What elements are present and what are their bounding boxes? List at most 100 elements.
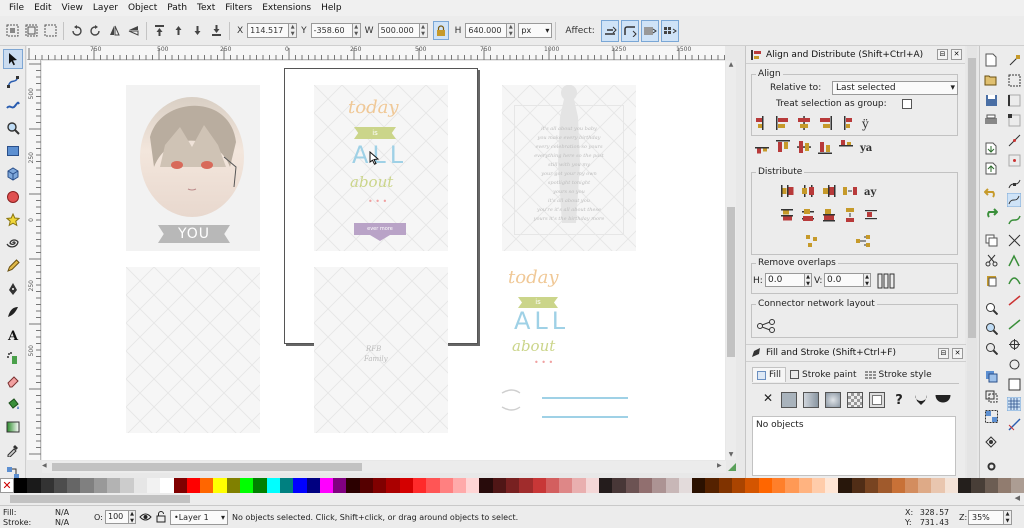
color-swatch[interactable] [878, 478, 892, 493]
color-swatch[interactable] [240, 478, 254, 493]
lower-icon[interactable] [190, 23, 205, 38]
paste-icon[interactable] [983, 272, 999, 288]
menu-text[interactable]: Text [192, 0, 220, 16]
color-swatch[interactable] [120, 478, 134, 493]
group-icon[interactable] [983, 408, 999, 424]
group-checkbox[interactable] [902, 99, 912, 109]
panel-close-icon[interactable]: ✕ [952, 347, 963, 359]
color-swatch[interactable] [466, 478, 480, 493]
no-color-swatch-icon[interactable]: ✕ [0, 478, 14, 493]
connector-layout-icon[interactable] [756, 316, 775, 335]
v-gap-spinner[interactable]: ▲ ▼ [864, 273, 871, 287]
pencil-tool-icon[interactable] [3, 256, 23, 276]
palette-menu-icon[interactable]: ◀ [1015, 494, 1020, 502]
color-swatch[interactable] [319, 478, 334, 493]
align-bottom-to-top-icon[interactable] [752, 137, 771, 156]
x-field[interactable]: 114.517 [247, 23, 290, 38]
h-field[interactable]: 640.000 [465, 23, 508, 38]
layer-lock-icon[interactable] [156, 510, 166, 523]
color-swatch[interactable] [638, 478, 653, 493]
y-spinner[interactable]: ▲ ▼ [352, 23, 361, 38]
distribute-left-edges-icon[interactable] [777, 181, 796, 200]
align-right-to-left-icon[interactable] [752, 113, 771, 132]
color-swatch[interactable] [133, 478, 147, 493]
spiral-tool-icon[interactable] [3, 233, 23, 253]
affect-corners-icon[interactable] [620, 19, 639, 42]
affect-patterns-icon[interactable] [660, 19, 679, 42]
affect-gradients-icon[interactable] [640, 19, 659, 42]
preferences-icon[interactable] [983, 458, 999, 474]
gradient-tool-icon[interactable] [3, 417, 23, 437]
cut-icon[interactable] [983, 252, 999, 268]
color-swatch[interactable] [758, 478, 772, 493]
color-swatch[interactable] [200, 478, 214, 493]
color-swatch[interactable] [692, 478, 706, 493]
h-spinner[interactable]: ▲ ▼ [507, 23, 516, 38]
x-spinner[interactable]: ▲ ▼ [289, 23, 298, 38]
snap-page-border-icon[interactable] [1006, 376, 1022, 392]
snap-bbox-icon[interactable] [1006, 72, 1022, 88]
color-swatch[interactable] [67, 478, 81, 493]
redo-icon[interactable] [983, 204, 999, 220]
color-swatch[interactable] [279, 478, 294, 493]
horizontal-ruler[interactable]: 750 500 250 0 250 500 750 1000 1250 1500 [27, 46, 725, 60]
color-swatch[interactable] [452, 478, 467, 493]
color-swatch[interactable] [585, 478, 600, 493]
unit-select[interactable]: px [518, 23, 553, 38]
color-swatch[interactable] [519, 478, 533, 493]
distribute-baselines-vertical-icon[interactable] [861, 205, 880, 224]
clone-icon[interactable] [983, 388, 999, 404]
canvas-vertical-scrollbar[interactable]: ▲ ▼ [726, 61, 736, 460]
dock-scrollbar[interactable] [967, 46, 977, 478]
align-right-icon[interactable] [815, 113, 834, 132]
calligraphy-tool-icon[interactable] [3, 302, 23, 322]
vscroll-thumb[interactable] [727, 207, 735, 357]
text-tool-icon[interactable]: A [3, 325, 23, 345]
card-poem[interactable]: it's all about you baby you make every bi… [502, 85, 636, 251]
color-swatch[interactable] [266, 478, 280, 493]
distribute-baselines-horizontal-icon[interactable]: ay [861, 181, 880, 200]
hscroll-thumb[interactable] [52, 463, 362, 471]
color-swatch[interactable] [80, 478, 94, 493]
snap-node-active-icon[interactable] [1006, 192, 1022, 208]
color-swatch[interactable] [399, 478, 413, 493]
align-left-icon[interactable] [773, 113, 792, 132]
color-swatch[interactable] [718, 478, 733, 493]
card-portrait[interactable]: YOU [126, 85, 260, 251]
align-panel-header[interactable]: Align and Distribute (Shift+Ctrl+A) ⊟ ✕ [746, 46, 965, 64]
eraser-tool-icon[interactable] [3, 371, 23, 391]
color-swatch[interactable] [386, 478, 400, 493]
v-gap-field[interactable]: 0.0 [824, 273, 864, 287]
menu-object[interactable]: Object [123, 0, 162, 16]
line-ornament[interactable] [542, 416, 628, 418]
affect-stroke-icon[interactable] [600, 19, 619, 42]
zoom-spinner[interactable]: ▲ ▼ [1004, 510, 1012, 525]
copy-icon[interactable] [983, 232, 999, 248]
color-swatch[interactable] [346, 478, 360, 493]
snap-nodes-icon[interactable] [1006, 176, 1022, 192]
color-swatch[interactable] [412, 478, 427, 493]
all-text-loose[interactable]: ALL [514, 307, 569, 335]
unset-paint-icon[interactable]: ? [891, 393, 907, 408]
zoom-corner-icon[interactable] [726, 461, 738, 473]
color-swatch[interactable] [944, 478, 959, 493]
color-swatch[interactable] [851, 478, 865, 493]
undo-icon[interactable] [983, 184, 999, 200]
randomize-positions-icon[interactable] [802, 231, 821, 250]
palette-scroll-thumb[interactable] [10, 495, 190, 503]
raise-icon[interactable] [171, 23, 186, 38]
snap-path-icon[interactable] [1006, 212, 1022, 228]
y-field[interactable]: -358.60 [310, 23, 353, 38]
align-left-to-right-icon[interactable] [836, 113, 855, 132]
color-swatch[interactable] [492, 478, 506, 493]
color-swatch[interactable] [333, 478, 347, 493]
color-swatch[interactable] [359, 478, 374, 493]
color-swatch[interactable] [213, 478, 227, 493]
menu-file[interactable]: File [4, 0, 29, 16]
flat-color-icon[interactable] [781, 392, 797, 408]
align-bottom-icon[interactable] [815, 137, 834, 156]
fill-rule-nonzero-icon[interactable] [935, 392, 951, 408]
color-swatch[interactable] [625, 478, 639, 493]
color-swatch[interactable] [146, 478, 161, 493]
dropper-tool-icon[interactable] [3, 440, 23, 460]
